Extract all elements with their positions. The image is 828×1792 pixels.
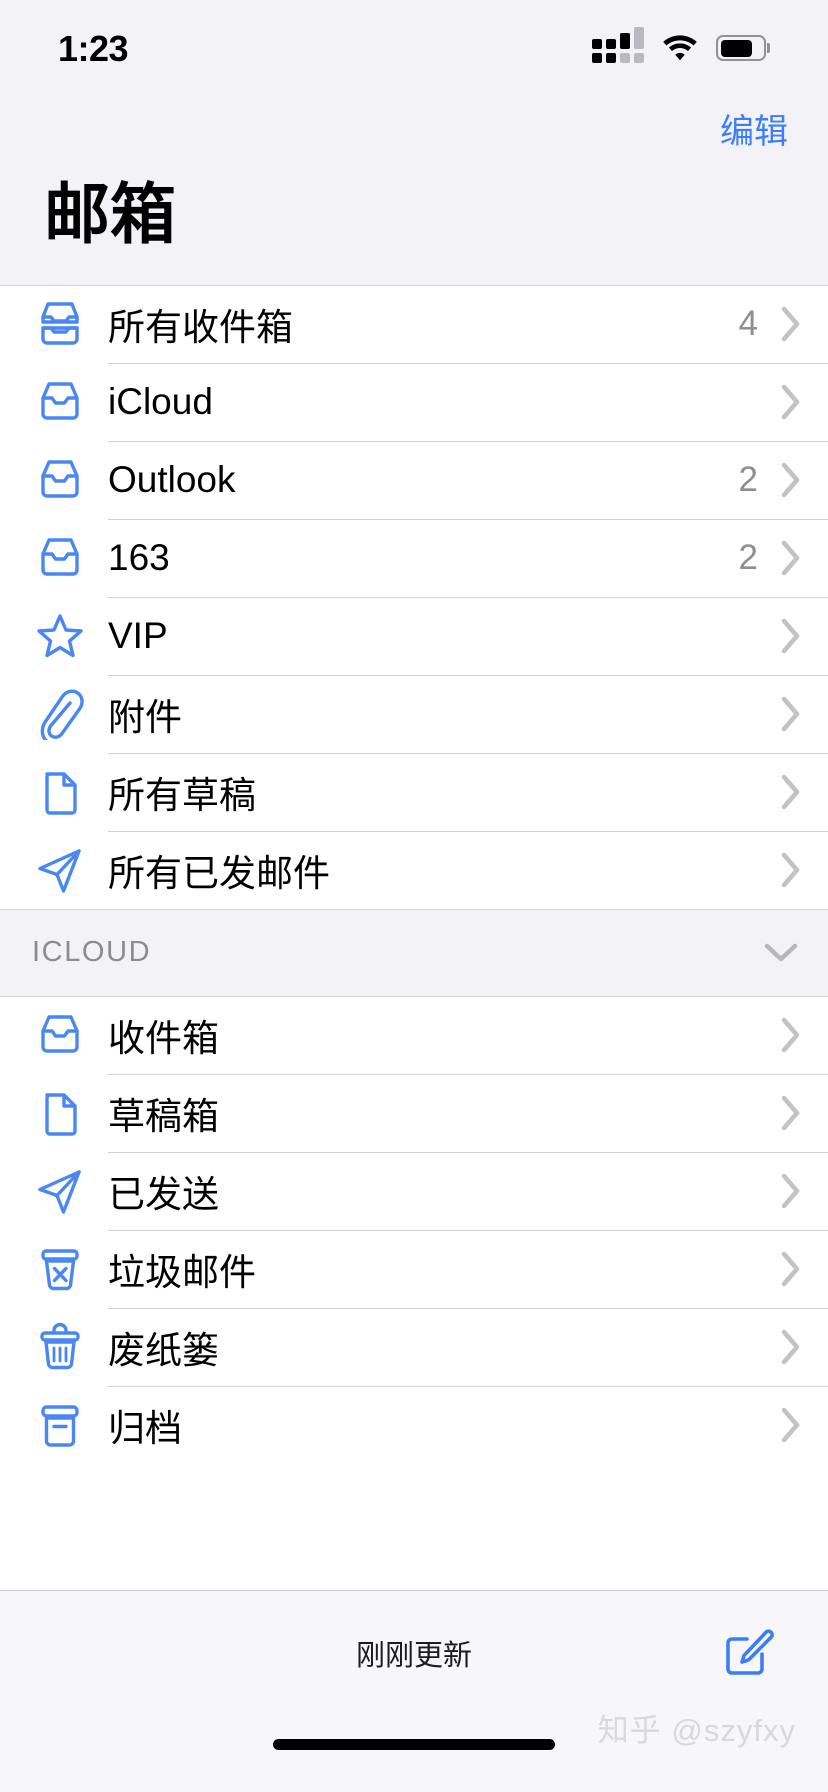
list-item[interactable]: 废纸篓 (0, 1308, 828, 1386)
compose-icon (722, 1627, 774, 1679)
list-item[interactable]: 垃圾邮件 (0, 1230, 828, 1308)
inbox-stack-icon (34, 298, 86, 350)
archive-box-icon (34, 1399, 86, 1451)
icloud-mailbox-group: 收件箱草稿箱已发送垃圾邮件废纸篓归档 (0, 996, 828, 1464)
chevron-right-icon (780, 1406, 828, 1444)
list-item[interactable]: VIP (0, 597, 828, 675)
list-item-label: VIP (108, 615, 168, 657)
inbox-stack-icon-wrap (22, 298, 98, 350)
list-item[interactable]: 已发送 (0, 1152, 828, 1230)
paper-plane-icon-wrap (22, 1165, 98, 1217)
junk-bin-icon (34, 1243, 86, 1295)
list-item[interactable]: 附件 (0, 675, 828, 753)
chevron-right-icon (780, 617, 828, 655)
inbox-icon-wrap (22, 532, 98, 584)
unread-count-badge: 2 (738, 460, 758, 500)
list-item[interactable]: 草稿箱 (0, 1074, 828, 1152)
paper-plane-icon (34, 1165, 86, 1217)
archive-box-icon-wrap (22, 1399, 98, 1451)
trash-icon-wrap (22, 1321, 98, 1373)
chevron-right-icon (780, 1016, 828, 1054)
unread-count-badge: 2 (738, 538, 758, 578)
list-item-label: iCloud (108, 381, 213, 423)
list-item-label: 收件箱 (108, 1018, 219, 1060)
status-bar-indicators (592, 27, 766, 63)
battery-icon (716, 35, 766, 61)
paperclip-icon-wrap (22, 688, 98, 741)
nav-actions: 编辑 (34, 92, 794, 164)
inbox-icon (34, 532, 86, 584)
list-item-label: 已发送 (108, 1174, 219, 1216)
document-icon (34, 766, 86, 818)
section-header-icloud[interactable]: ICLOUD (0, 908, 828, 997)
inbox-icon-wrap (22, 454, 98, 506)
list-item-label: Outlook (108, 459, 236, 501)
chevron-right-icon (780, 539, 828, 577)
status-bar: 1:23 (0, 0, 828, 92)
inbox-icon-wrap (22, 1009, 98, 1061)
list-item-label: 所有已发邮件 (108, 853, 330, 895)
inbox-icon (34, 376, 86, 428)
inbox-icon (34, 1009, 86, 1061)
chevron-right-icon (780, 773, 828, 811)
wifi-icon (663, 35, 697, 61)
star-icon-wrap (22, 610, 98, 662)
list-item[interactable]: 所有收件箱 4 (0, 285, 828, 363)
chevron-right-icon (780, 383, 828, 421)
status-bar-time: 1:23 (58, 28, 129, 69)
navigation-bar: 编辑 邮箱 (0, 92, 828, 285)
list-item[interactable]: 归档 (0, 1386, 828, 1464)
chevron-right-icon (780, 461, 828, 499)
chevron-down-icon[interactable] (764, 942, 798, 964)
star-icon (34, 610, 86, 662)
list-item[interactable]: 收件箱 (0, 996, 828, 1074)
chevron-right-icon (780, 695, 828, 733)
cellular-signal-icon (592, 27, 644, 63)
mailbox-list-scroll[interactable]: 所有收件箱 4 iCloud Outlook 2 163 2 VIP 附件 所有草稿 所有已发邮件 … (0, 284, 828, 1590)
compose-button[interactable] (714, 1619, 782, 1687)
trash-icon (34, 1321, 86, 1373)
list-item-label: 归档 (108, 1408, 182, 1450)
chevron-right-icon (780, 1250, 828, 1288)
inbox-icon (34, 454, 86, 506)
document-icon-wrap (22, 1087, 98, 1139)
chevron-right-icon (780, 1094, 828, 1132)
list-item-label: 废纸篓 (108, 1330, 219, 1372)
list-item[interactable]: iCloud (0, 363, 828, 441)
list-item[interactable]: 163 2 (0, 519, 828, 597)
chevron-right-icon (780, 1328, 828, 1366)
primary-mailbox-group: 所有收件箱 4 iCloud Outlook 2 163 2 VIP 附件 所有草稿 所有已发邮件 (0, 285, 828, 909)
edit-button[interactable]: 编辑 (714, 100, 794, 157)
junk-bin-icon-wrap (22, 1243, 98, 1295)
phone-screen: 1:23 编辑 邮箱 所有收件箱 4 iCloud Outlook 2 163 … (0, 0, 828, 1792)
inbox-icon-wrap (22, 376, 98, 428)
paperclip-icon (34, 688, 86, 741)
chevron-right-icon (780, 1172, 828, 1210)
document-icon (34, 1087, 86, 1139)
list-item[interactable]: Outlook 2 (0, 441, 828, 519)
list-item-label: 所有收件箱 (108, 307, 293, 349)
section-header-label: ICLOUD (32, 936, 152, 969)
list-item-label: 163 (108, 537, 170, 579)
bottom-toolbar: 刚刚更新 (0, 1590, 828, 1714)
page-title: 邮箱 (44, 177, 176, 251)
unread-count-badge: 4 (738, 304, 758, 344)
paper-plane-icon (34, 844, 86, 896)
list-item-label: 附件 (108, 697, 182, 739)
document-icon-wrap (22, 766, 98, 818)
chevron-right-icon (780, 851, 828, 889)
list-item-label: 所有草稿 (108, 775, 256, 817)
home-indicator[interactable] (273, 1738, 555, 1750)
list-item-label: 草稿箱 (108, 1096, 219, 1138)
home-indicator-area: 知乎 @szyfxy (0, 1713, 828, 1792)
update-status-text: 刚刚更新 (355, 1639, 472, 1672)
list-item[interactable]: 所有已发邮件 (0, 831, 828, 909)
list-item-label: 垃圾邮件 (108, 1252, 256, 1294)
list-item[interactable]: 所有草稿 (0, 753, 828, 831)
paper-plane-icon-wrap (22, 844, 98, 896)
chevron-right-icon (780, 305, 828, 343)
